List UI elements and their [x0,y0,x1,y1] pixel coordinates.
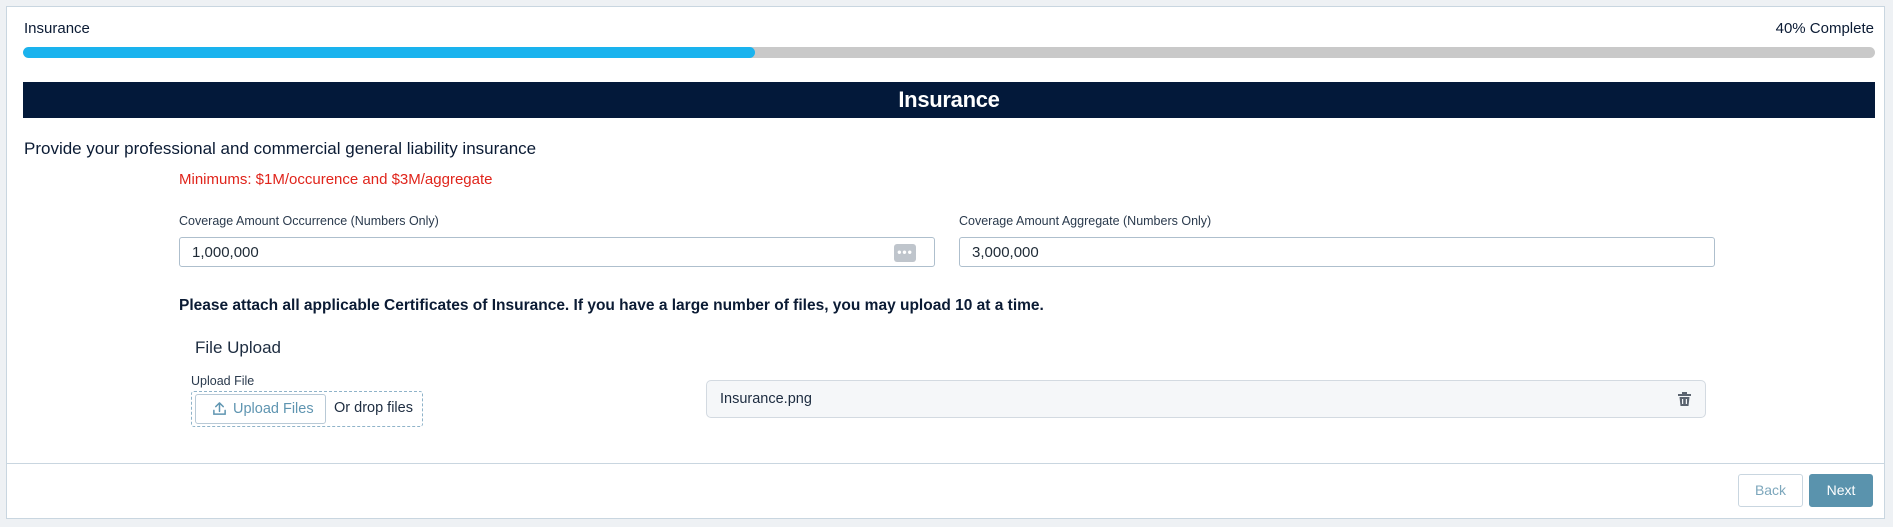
uploaded-file-name: Insurance.png [720,391,812,407]
file-upload-heading: File Upload [195,338,281,357]
section-instructions: Provide your professional and commercial… [24,139,537,158]
next-button[interactable]: Next [1809,474,1873,507]
aggregate-field-label: Coverage Amount Aggregate (Numbers Only) [959,214,1212,228]
uploaded-file-row: Insurance.png [706,380,1706,418]
progress-bar [23,47,1875,58]
upload-files-button[interactable]: Upload Files [195,394,326,424]
file-dropzone[interactable]: Upload Files Or drop files [191,391,423,427]
occurrence-field-label: Coverage Amount Occurrence (Numbers Only… [179,214,439,228]
upload-icon [213,402,226,415]
aggregate-field[interactable] [959,237,1715,267]
occurrence-input[interactable] [180,238,871,266]
upload-file-label: Upload File [191,374,255,388]
drop-files-text: Or drop files [334,400,413,416]
upload-files-label: Upload Files [233,401,314,417]
occurrence-field[interactable]: ••• [179,237,935,267]
aggregate-input[interactable] [960,238,1651,266]
insurance-form-card: Insurance 40% Complete Insurance Provide… [6,6,1885,519]
trash-icon[interactable] [1678,392,1691,411]
minimums-note: Minimums: $1M/occurence and $3M/aggregat… [179,171,493,188]
progress-title: Insurance [24,20,90,37]
more-options-icon[interactable]: ••• [894,244,916,262]
progress-percent-label: 40% Complete [1775,20,1874,37]
footer-divider [7,463,1884,464]
progress-header: Insurance 40% Complete [24,20,1874,40]
back-button[interactable]: Back [1738,474,1803,507]
progress-bar-fill [23,47,755,58]
attach-note: Please attach all applicable Certificate… [179,297,1044,314]
section-banner: Insurance [23,82,1875,118]
